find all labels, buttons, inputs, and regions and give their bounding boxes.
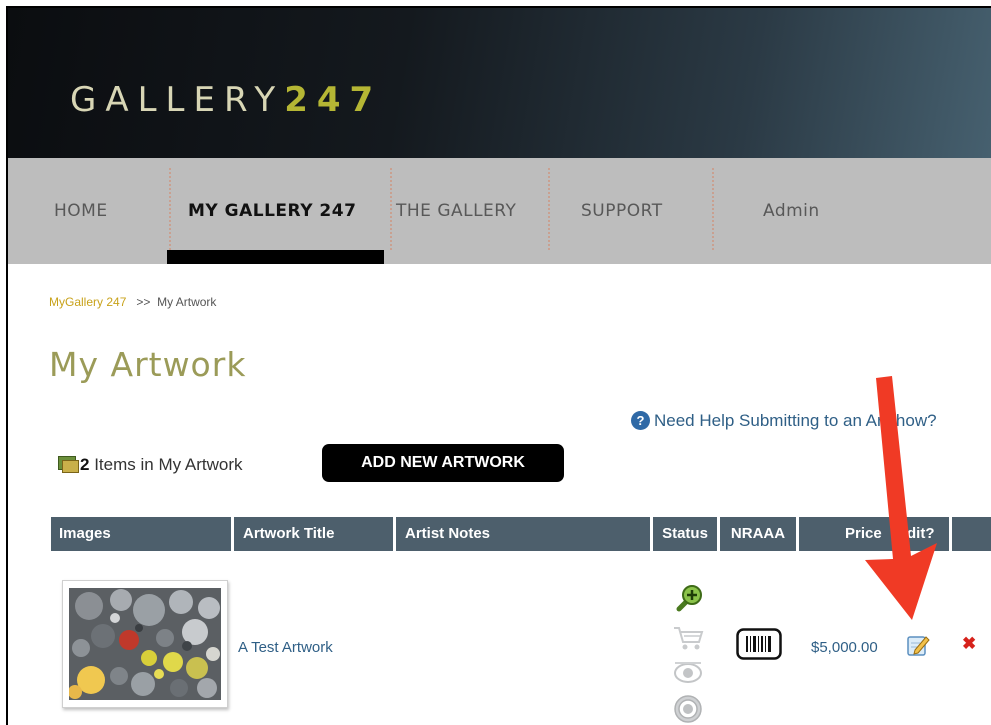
breadcrumb-current: My Artwork	[157, 295, 217, 309]
zoom-in-icon[interactable]	[671, 582, 705, 616]
nav-admin[interactable]: Admin	[763, 158, 820, 264]
artwork-image	[69, 588, 221, 700]
nav-active-indicator	[167, 250, 384, 264]
items-count-label: Items in My Artwork	[94, 455, 243, 474]
help-link-text: Need Help Submitting to an Artshow?	[654, 411, 937, 430]
help-question-icon: ?	[631, 411, 650, 430]
edit-pencil-icon[interactable]	[906, 633, 930, 657]
nav-support[interactable]: SUPPORT	[581, 158, 663, 264]
column-header-status[interactable]: Status	[653, 517, 717, 551]
nav-the-gallery[interactable]: THE GALLERY	[396, 158, 516, 264]
eye-icon[interactable]	[671, 658, 705, 688]
site-logo[interactable]: GALLERY247	[70, 80, 382, 120]
nav-my-gallery[interactable]: MY GALLERY 247	[188, 158, 356, 264]
nav-divider	[712, 168, 714, 250]
logo-accent-text: 247	[284, 80, 383, 120]
column-header-artwork-title[interactable]: Artwork Title	[234, 517, 393, 551]
page-title: My Artwork	[49, 345, 247, 384]
table-row: A Test Artwork $5,000.00 ✖	[51, 568, 991, 725]
page-frame: GALLERY247 HOME MY GALLERY 247 THE GALLE…	[6, 6, 991, 725]
breadcrumb: MyGallery 247 >> My Artwork	[49, 295, 216, 309]
site-header: GALLERY247	[8, 8, 991, 158]
barcode-icon[interactable]	[736, 628, 782, 660]
breadcrumb-separator: >>	[136, 295, 151, 309]
add-new-artwork-button[interactable]: ADD NEW ARTWORK	[322, 444, 564, 482]
nav-home[interactable]: HOME	[54, 158, 108, 264]
nav-divider	[390, 168, 392, 250]
nav-divider	[548, 168, 550, 250]
nav-divider	[169, 168, 171, 250]
column-header-nraaa[interactable]: NRAAA	[720, 517, 796, 551]
artwork-table-header: Images Artwork Title Artist Notes Status…	[51, 517, 991, 551]
help-link[interactable]: ? Need Help Submitting to an Artshow?	[631, 411, 937, 431]
artwork-price: $5,000.00	[811, 639, 878, 656]
logo-text: GALLERY	[70, 80, 285, 120]
artwork-folder-icon	[58, 456, 79, 473]
delete-x-icon[interactable]: ✖	[962, 634, 976, 654]
column-header-artist-notes[interactable]: Artist Notes	[396, 517, 650, 551]
artwork-thumbnail[interactable]	[62, 580, 228, 708]
breadcrumb-link-my-gallery[interactable]: MyGallery 247	[49, 295, 126, 309]
cart-icon[interactable]	[671, 624, 705, 652]
column-header-edit[interactable]: Edit?	[897, 517, 949, 551]
main-nav: HOME MY GALLERY 247 THE GALLERY SUPPORT …	[8, 158, 991, 264]
column-header-blank	[952, 517, 991, 551]
items-count: 2 Items in My Artwork	[58, 455, 243, 475]
target-icon[interactable]	[671, 692, 705, 725]
column-header-images[interactable]: Images	[51, 517, 231, 551]
artwork-title-link[interactable]: A Test Artwork	[238, 639, 333, 656]
items-count-number: 2	[80, 455, 90, 474]
